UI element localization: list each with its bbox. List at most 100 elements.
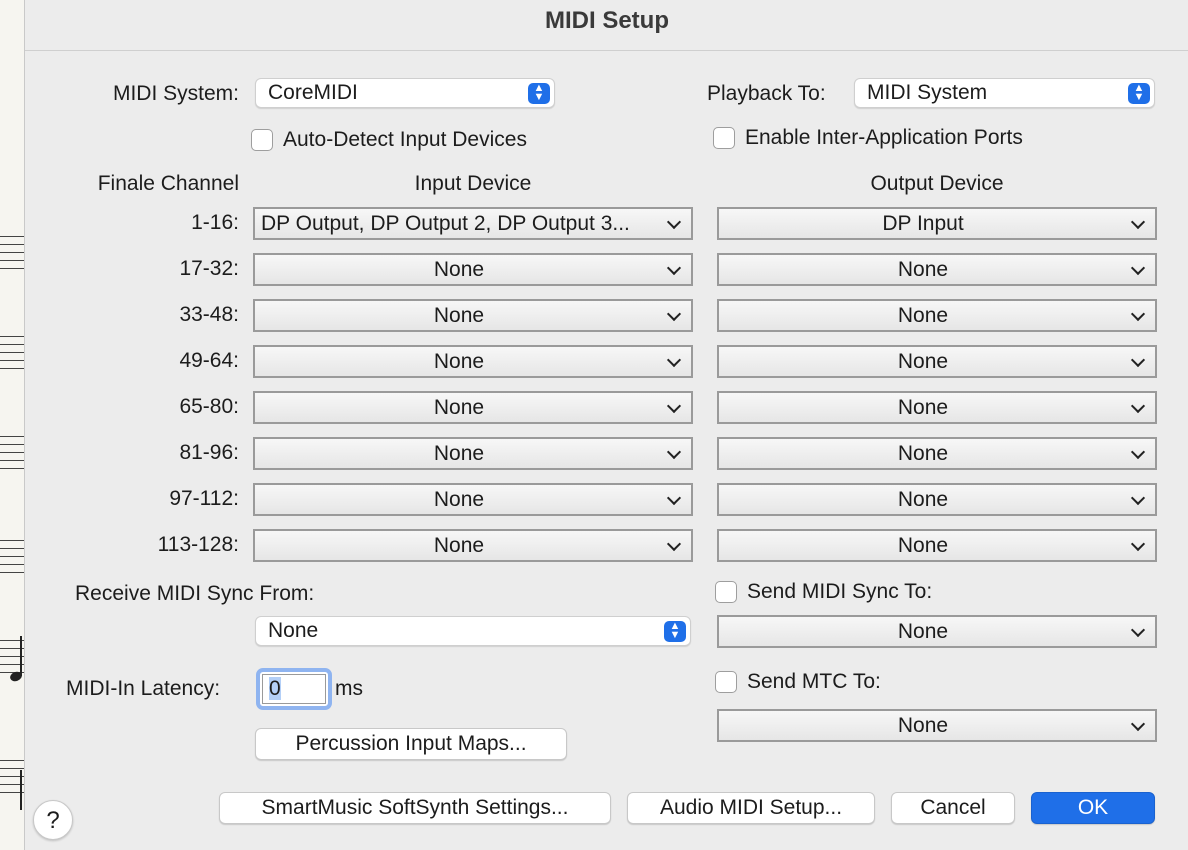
channel-label: 49-64:: [179, 349, 239, 372]
midi-system-popup[interactable]: CoreMIDI ▲ ▼: [255, 78, 555, 108]
channel-label: 65-80:: [179, 395, 239, 418]
inter-app-ports-checkbox[interactable]: [713, 127, 735, 149]
input-device-dropdown[interactable]: None: [253, 345, 693, 378]
channel-label: 81-96:: [179, 441, 239, 464]
chevron-down-icon: [666, 214, 682, 230]
channel-label: 113-128:: [157, 533, 239, 556]
input-device-value: DP Output, DP Output 2, DP Output 3...: [261, 212, 630, 235]
input-device-dropdown[interactable]: None: [253, 529, 693, 562]
midi-setup-dialog: MIDI Setup MIDI System: CoreMIDI ▲ ▼ Play…: [24, 0, 1188, 850]
input-device-dropdown[interactable]: None: [253, 483, 693, 516]
output-device-dropdown[interactable]: None: [717, 299, 1157, 332]
latency-label: MIDI-In Latency:: [66, 677, 221, 700]
finale-channel-header: Finale Channel: [97, 172, 239, 195]
channel-label: 1-16:: [191, 211, 239, 234]
input-device-dropdown[interactable]: None: [253, 391, 693, 424]
staff-lines: [0, 760, 26, 800]
chevron-down-icon: [1130, 398, 1146, 414]
cancel-button[interactable]: Cancel: [891, 792, 1015, 824]
receive-sync-label: Receive MIDI Sync From:: [75, 582, 315, 605]
input-device-value: None: [433, 442, 485, 465]
input-device-dropdown[interactable]: DP Output, DP Output 2, DP Output 3...: [253, 207, 693, 240]
output-device-value: None: [897, 396, 949, 419]
input-device-dropdown[interactable]: None: [253, 299, 693, 332]
output-device-dropdown[interactable]: None: [717, 529, 1157, 562]
chevron-down-icon: [1130, 444, 1146, 460]
staff-lines: [0, 436, 26, 476]
output-device-dropdown[interactable]: None: [717, 253, 1157, 286]
chevron-down-icon: [666, 260, 682, 276]
playback-to-popup[interactable]: MIDI System ▲ ▼: [854, 78, 1155, 108]
chevron-down-icon: [1130, 306, 1146, 322]
channel-label: 33-48:: [179, 303, 239, 326]
latency-value: 0: [269, 677, 281, 700]
chevron-down-icon: [666, 444, 682, 460]
playback-to-value: MIDI System: [867, 81, 988, 104]
send-sync-value: None: [897, 620, 949, 643]
output-device-value: None: [897, 350, 949, 373]
chevron-down-icon: [666, 398, 682, 414]
chevron-down-icon: [666, 490, 682, 506]
ok-button[interactable]: OK: [1031, 792, 1155, 824]
output-device-dropdown[interactable]: None: [717, 345, 1157, 378]
send-mtc-checkbox[interactable]: [715, 671, 737, 693]
latency-input[interactable]: 0: [262, 674, 326, 704]
input-device-header: Input Device: [414, 172, 532, 195]
chevron-down-icon: [666, 352, 682, 368]
chevron-down-icon: [1130, 214, 1146, 230]
staff-lines: [0, 236, 26, 276]
input-device-dropdown[interactable]: None: [253, 437, 693, 470]
send-sync-checkbox[interactable]: [715, 581, 737, 603]
send-mtc-dropdown[interactable]: None: [717, 709, 1157, 742]
input-device-value: None: [433, 350, 485, 373]
note-stem: [20, 770, 22, 810]
send-mtc-label: Send MTC To:: [747, 670, 881, 693]
chevron-down-icon: [666, 536, 682, 552]
channel-label: 17-32:: [179, 257, 239, 280]
output-device-dropdown[interactable]: None: [717, 391, 1157, 424]
latency-focus-ring: 0: [256, 668, 332, 710]
auto-detect-checkbox[interactable]: [251, 129, 273, 151]
note-stem: [20, 636, 22, 676]
chevron-down-icon: [1130, 622, 1146, 638]
audio-midi-setup-button[interactable]: Audio MIDI Setup...: [627, 792, 875, 824]
send-mtc-value: None: [897, 714, 949, 737]
staff-lines: [0, 540, 26, 580]
help-icon[interactable]: ?: [33, 800, 73, 840]
input-device-dropdown[interactable]: None: [253, 253, 693, 286]
smartmusic-softsynth-button[interactable]: SmartMusic SoftSynth Settings...: [219, 792, 611, 824]
midi-system-value: CoreMIDI: [268, 81, 358, 104]
output-device-dropdown[interactable]: DP Input: [717, 207, 1157, 240]
output-device-value: None: [897, 534, 949, 557]
output-device-value: None: [897, 304, 949, 327]
up-down-stepper-icon: ▲ ▼: [664, 621, 686, 642]
title-bar: MIDI Setup: [25, 0, 1188, 51]
output-device-value: None: [897, 488, 949, 511]
output-device-value: DP Input: [882, 212, 964, 235]
output-device-dropdown[interactable]: None: [717, 483, 1157, 516]
up-down-stepper-icon: ▲ ▼: [528, 83, 550, 104]
receive-sync-popup[interactable]: None ▲ ▼: [255, 616, 691, 646]
chevron-down-icon: [1130, 260, 1146, 276]
input-device-value: None: [433, 304, 485, 327]
output-device-value: None: [897, 442, 949, 465]
chevron-down-icon: [1130, 716, 1146, 732]
chevron-down-icon: [1130, 536, 1146, 552]
output-device-dropdown[interactable]: None: [717, 437, 1157, 470]
chevron-down-icon: [1130, 490, 1146, 506]
receive-sync-value: None: [268, 619, 319, 642]
percussion-input-maps-button[interactable]: Percussion Input Maps...: [255, 728, 567, 760]
input-device-value: None: [433, 488, 485, 511]
send-sync-dropdown[interactable]: None: [717, 615, 1157, 648]
score-background: [0, 0, 26, 850]
input-device-value: None: [433, 258, 485, 281]
midi-system-label: MIDI System:: [112, 82, 239, 105]
channel-label: 97-112:: [169, 487, 239, 510]
chevron-down-icon: [1130, 352, 1146, 368]
playback-to-label: Playback To:: [707, 82, 826, 105]
latency-unit: ms: [335, 677, 363, 700]
auto-detect-label: Auto-Detect Input Devices: [283, 128, 527, 151]
output-device-value: None: [897, 258, 949, 281]
chevron-down-icon: [666, 306, 682, 322]
output-device-header: Output Device: [870, 172, 1004, 195]
